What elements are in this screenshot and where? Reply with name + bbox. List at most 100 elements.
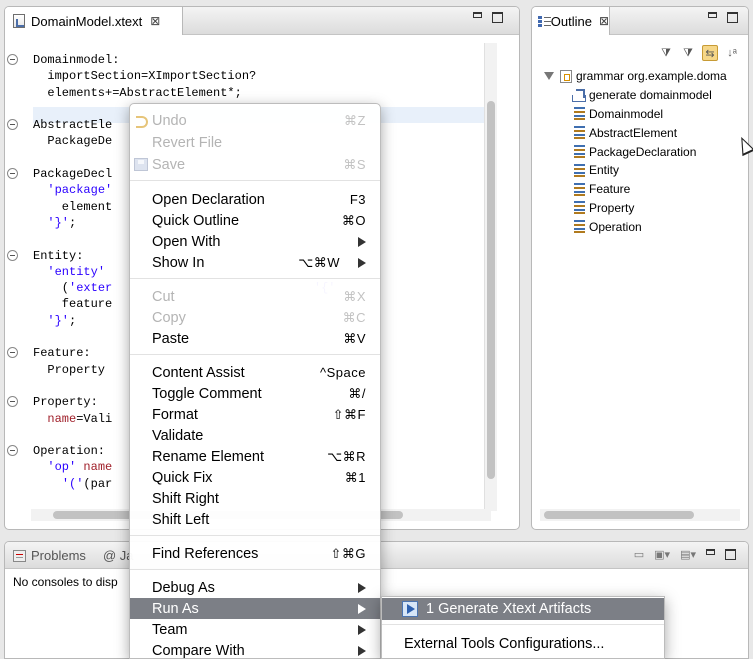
menu-separator	[130, 354, 380, 355]
vertical-scrollbar[interactable]	[484, 43, 497, 511]
menu-item-content-assist[interactable]: Content Assist ^Space	[130, 362, 380, 383]
rule-icon	[574, 182, 585, 196]
grammar-icon	[560, 69, 572, 83]
run-launch-icon	[402, 601, 418, 617]
menu-shortcut: ⇧⌘F	[332, 406, 366, 422]
menu-item-run-as[interactable]: Run As	[130, 598, 380, 619]
code-line[interactable]: importSection=XImportSection?	[33, 68, 493, 84]
minimize-icon[interactable]	[706, 548, 715, 555]
fold-toggle-icon[interactable]	[7, 54, 18, 65]
fold-toggle-icon[interactable]	[7, 249, 18, 261]
menu-item-shift-right[interactable]: Shift Right	[130, 488, 380, 509]
fold-toggle-icon[interactable]	[7, 445, 18, 457]
menu-item-revert-file[interactable]: Revert File	[130, 132, 380, 153]
menu-item-team[interactable]: Team	[130, 619, 380, 640]
menu-item-generate-xtext-artifacts[interactable]: 1 Generate Xtext Artifacts	[382, 598, 664, 620]
generate-icon	[570, 89, 586, 102]
editor-tab[interactable]: DomainModel.xtext ⊠	[5, 7, 183, 35]
tab-problems[interactable]: Problems	[13, 542, 86, 569]
menu-label: Quick Outline	[152, 212, 240, 229]
code-token: AbstractEle	[33, 118, 113, 133]
menu-item-open-with[interactable]: Open With	[130, 231, 380, 252]
run-as-submenu: 1 Generate Xtext Artifacts External Tool…	[381, 596, 665, 659]
close-icon[interactable]: ⊠	[599, 14, 609, 28]
horizontal-scrollbar[interactable]	[540, 509, 740, 521]
code-token: PackageDe	[33, 134, 113, 149]
menu-item-cut[interactable]: Cut ⌘X	[130, 286, 380, 307]
outline-item[interactable]: generate domainmodel	[544, 86, 727, 105]
minimize-icon[interactable]	[473, 11, 482, 18]
sort-alphabetically-icon[interactable]: ↓ᵃ	[724, 45, 740, 61]
menu-shortcut: ⇧⌘G	[330, 545, 366, 561]
menu-item-open-declaration[interactable]: Open Declaration F3	[130, 189, 380, 210]
editor-tab-bar: DomainModel.xtext ⊠	[5, 7, 519, 35]
menu-item-external-tools[interactable]: External Tools Configurations...	[382, 633, 664, 655]
menu-item-toggle-comment[interactable]: Toggle Comment ⌘/	[130, 383, 380, 404]
editor-tab-title: DomainModel.xtext	[31, 13, 143, 29]
maximize-icon[interactable]	[492, 12, 503, 23]
code-token: '('	[61, 476, 84, 491]
menu-item-quick-outline[interactable]: Quick Outline ⌘O	[130, 210, 380, 231]
menu-item-copy[interactable]: Copy ⌘C	[130, 307, 380, 328]
outline-item[interactable]: Property	[544, 199, 727, 218]
scroll-thumb[interactable]	[487, 101, 495, 479]
rule-icon	[574, 220, 585, 234]
fold-toggle-icon[interactable]	[7, 396, 18, 408]
code-token: '}'	[47, 215, 70, 230]
problems-icon	[13, 549, 26, 562]
menu-item-debug-as[interactable]: Debug As	[130, 577, 380, 598]
menu-item-show-in[interactable]: Show In ⌥⌘W	[130, 252, 380, 273]
tree-root-label: grammar org.example.doma	[576, 69, 727, 84]
open-console-icon[interactable]: ▤▾	[680, 548, 696, 561]
outline-tab[interactable]: Outline ⊠	[532, 7, 610, 35]
menu-item-rename-element[interactable]: Rename Element ⌥⌘R	[130, 446, 380, 467]
close-icon[interactable]: ⊠	[150, 14, 160, 28]
link-with-editor-icon[interactable]: ⇆	[702, 45, 718, 61]
fold-toggle-icon[interactable]	[7, 347, 18, 359]
menu-item-undo[interactable]: Undo ⌘Z	[130, 110, 380, 131]
outline-item-label: Domainmodel	[589, 106, 664, 121]
menu-item-format[interactable]: Format ⇧⌘F	[130, 404, 380, 425]
code-token: =Vali	[76, 411, 113, 426]
outline-item[interactable]: PackageDeclaration	[544, 142, 727, 161]
display-console-icon[interactable]: ▣▾	[654, 548, 670, 561]
menu-shortcut: ⌘V	[343, 330, 366, 346]
undo-icon	[134, 114, 148, 128]
minimize-icon[interactable]	[708, 11, 717, 18]
submenu-arrow-icon	[358, 624, 366, 635]
code-line[interactable]: elements+=AbstractElement*;	[33, 85, 493, 101]
menu-item-quick-fix[interactable]: Quick Fix ⌘1	[130, 467, 380, 488]
filter-icon[interactable]: ⧩	[680, 45, 696, 61]
menu-item-save[interactable]: Save ⌘S	[130, 154, 380, 175]
menu-item-find-references[interactable]: Find References ⇧⌘G	[130, 543, 380, 564]
menu-label: Open With	[152, 233, 221, 250]
fold-toggle-icon[interactable]	[7, 119, 18, 131]
filter-icon[interactable]: ⧩	[658, 45, 674, 61]
menu-label: Show In	[152, 254, 205, 271]
outline-item[interactable]: Feature	[544, 180, 727, 199]
tree-root[interactable]: grammar org.example.doma	[544, 67, 727, 86]
outline-item[interactable]: Domainmodel	[544, 105, 727, 124]
rule-icon	[574, 107, 585, 121]
code-token: importSection=XImportSection?	[33, 69, 257, 84]
menu-label: Debug As	[152, 579, 215, 596]
menu-label: Rename Element	[152, 448, 265, 465]
menu-item-shift-left[interactable]: Shift Left	[130, 509, 380, 530]
outline-item[interactable]: Entity	[544, 161, 727, 180]
expand-triangle-icon[interactable]	[544, 72, 554, 81]
fold-toggle-icon[interactable]	[7, 168, 18, 180]
maximize-icon[interactable]	[725, 549, 736, 560]
menu-item-paste[interactable]: Paste ⌘V	[130, 328, 380, 349]
outline-item[interactable]: AbstractElement	[544, 123, 727, 142]
menu-item-compare-with[interactable]: Compare With	[130, 640, 380, 659]
code-token: (	[33, 281, 70, 296]
maximize-icon[interactable]	[727, 12, 738, 23]
outline-item[interactable]: Operation	[544, 217, 727, 236]
menu-label: Open Declaration	[152, 191, 265, 208]
scroll-thumb[interactable]	[544, 511, 694, 519]
pin-console-icon[interactable]: ▭	[634, 548, 644, 561]
menu-item-validate[interactable]: Validate	[130, 425, 380, 446]
code-line[interactable]: Domainmodel:	[7, 52, 493, 68]
